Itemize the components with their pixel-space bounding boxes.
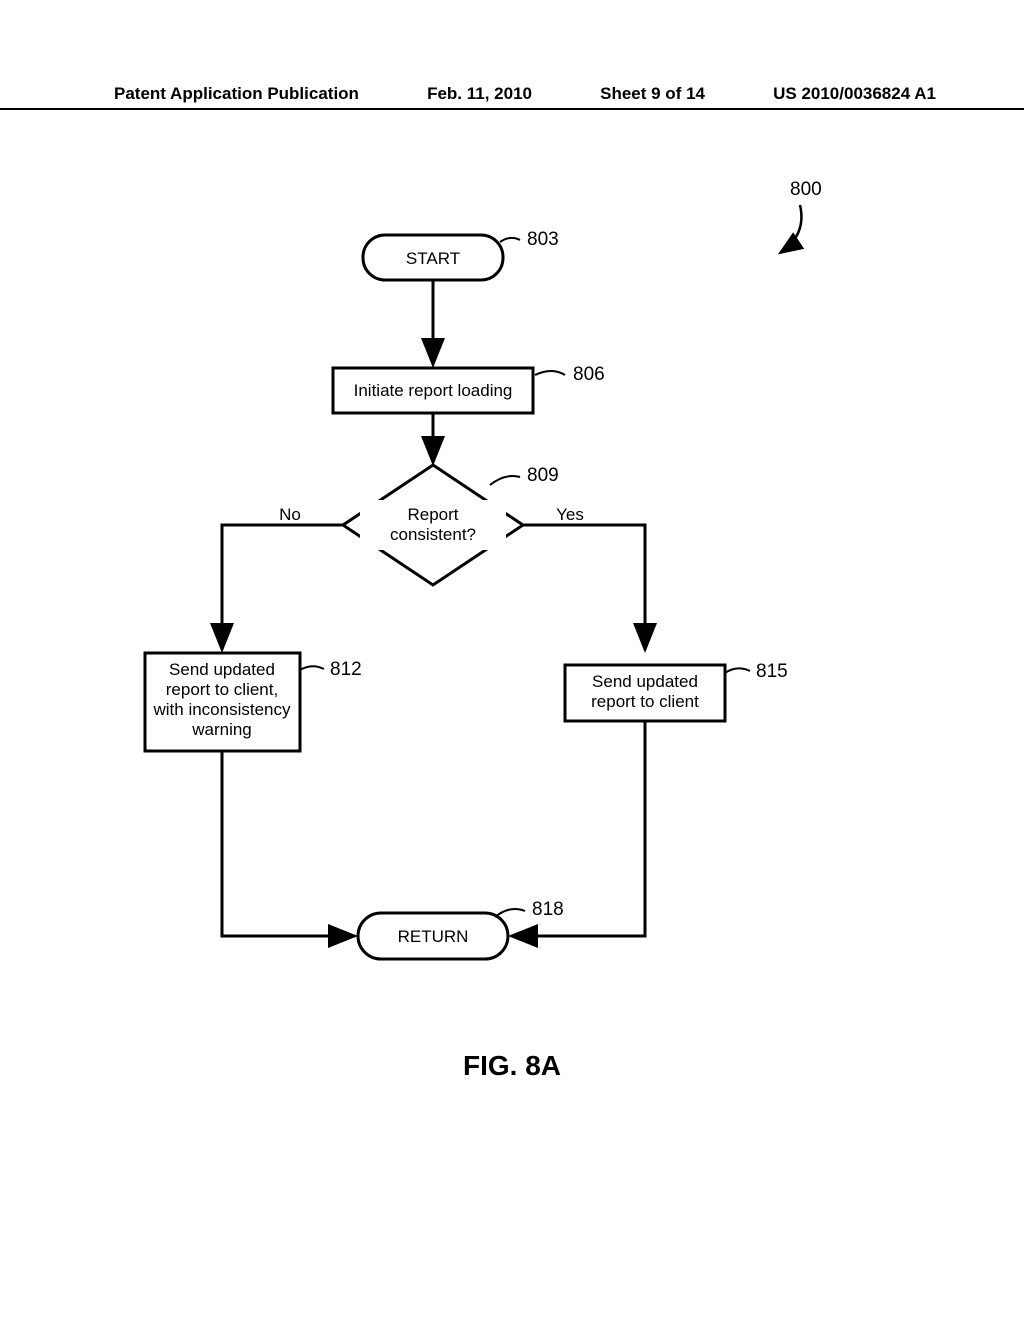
publication-type: Patent Application Publication: [114, 84, 359, 104]
svg-text:Send updated: Send updated: [169, 660, 275, 679]
label-no: No: [279, 505, 301, 524]
ref-start: 803: [527, 229, 559, 250]
ref-yes-branch-connector: [725, 668, 750, 673]
flowchart-diagram: 800 START 803 Initiate report loading 80…: [0, 175, 1024, 1075]
edge-decision-yes: [523, 525, 645, 650]
node-start: START: [363, 235, 503, 280]
ref-yes-branch: 815: [756, 661, 788, 682]
decision-text-line2: consistent?: [390, 525, 476, 544]
edge-no-to-return: [222, 751, 355, 936]
ref-overall-arrow: [780, 205, 801, 253]
decision-text-line1: Report: [407, 505, 458, 524]
svg-text:report to client: report to client: [591, 692, 699, 711]
ref-return-connector: [495, 909, 525, 917]
svg-text:Send updated: Send updated: [592, 672, 698, 691]
sheet-number: Sheet 9 of 14: [600, 84, 705, 104]
ref-return: 818: [532, 899, 564, 920]
ref-initiate-connector: [535, 371, 565, 375]
edge-decision-no: [222, 525, 343, 650]
ref-initiate: 806: [573, 364, 605, 385]
ref-overall: 800: [790, 179, 822, 200]
svg-text:report to client,: report to client,: [166, 680, 278, 699]
svg-text:Initiate report loading: Initiate report loading: [354, 381, 513, 400]
ref-start-connector: [500, 238, 520, 242]
label-yes: Yes: [556, 505, 584, 524]
ref-decision-connector: [490, 476, 520, 485]
svg-text:with inconsistency: with inconsistency: [152, 700, 291, 719]
node-return: RETURN: [358, 913, 508, 959]
svg-text:warning: warning: [191, 720, 252, 739]
publication-date: Feb. 11, 2010: [427, 84, 532, 104]
node-initiate: Initiate report loading: [333, 368, 533, 413]
node-no-branch: Send updated report to client, with inco…: [145, 653, 300, 751]
node-yes-branch: Send updated report to client: [565, 665, 725, 721]
ref-no-branch-connector: [300, 666, 324, 670]
svg-text:START: START: [406, 249, 460, 268]
ref-decision: 809: [527, 465, 559, 486]
ref-no-branch: 812: [330, 659, 362, 680]
svg-text:RETURN: RETURN: [398, 927, 469, 946]
publication-number: US 2010/0036824 A1: [773, 84, 936, 104]
page-header: Patent Application Publication Feb. 11, …: [0, 84, 1024, 110]
figure-caption: FIG. 8A: [0, 1050, 1024, 1082]
